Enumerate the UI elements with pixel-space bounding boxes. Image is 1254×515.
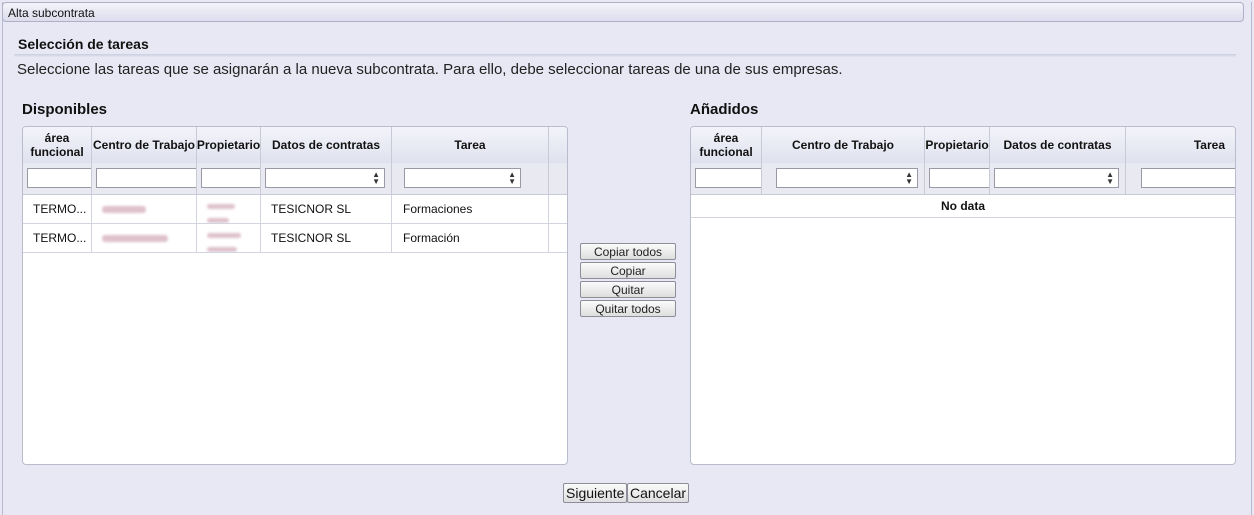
- cell-datos: TESICNOR SL: [261, 224, 392, 252]
- added-grid-header: área funcional Centro de Trabajo Propiet…: [691, 127, 1235, 164]
- sort-updown-icon: ▲ ▼: [508, 170, 516, 186]
- filter-cell: [197, 163, 261, 194]
- filter-select-datos[interactable]: ▲ ▼: [265, 168, 385, 188]
- copy-button[interactable]: Copiar: [580, 262, 676, 279]
- column-header-propietario[interactable]: Propietario: [925, 127, 990, 163]
- column-header-tarea[interactable]: Tarea: [392, 127, 549, 163]
- filter-cell: [23, 163, 92, 194]
- filter-input-area[interactable]: [695, 168, 761, 188]
- added-panel-title: Añadidos: [690, 101, 759, 118]
- filter-cell: [92, 163, 197, 194]
- copy-all-button[interactable]: Copiar todos: [580, 243, 676, 260]
- cell-area: TERMO...: [23, 224, 92, 252]
- filter-cell: ▲ ▼: [990, 163, 1126, 194]
- sort-updown-icon: ▲ ▼: [372, 170, 380, 186]
- column-header-area[interactable]: área funcional: [691, 127, 762, 163]
- column-header-centro[interactable]: Centro de Trabajo: [92, 127, 197, 163]
- cell-tarea: Formación: [392, 224, 549, 252]
- filter-cell: ▲ ▼: [762, 163, 925, 194]
- available-panel-title: Disponibles: [22, 101, 108, 118]
- column-header-tarea[interactable]: Tarea: [1126, 127, 1235, 163]
- cell-tarea: Formaciones: [392, 195, 549, 223]
- filter-cell: [925, 163, 990, 194]
- cell-centro-blurred: [92, 224, 197, 252]
- empty-state-text: No data: [691, 194, 1235, 218]
- filter-input-tarea[interactable]: [1141, 168, 1235, 188]
- section-title: Selección de tareas: [18, 36, 149, 52]
- filter-select-tarea[interactable]: ▲ ▼: [404, 168, 521, 188]
- filter-input-propietario[interactable]: [201, 168, 260, 188]
- filter-select-datos[interactable]: ▲ ▼: [994, 168, 1119, 188]
- filter-input-centro[interactable]: [96, 168, 196, 188]
- filter-cell: [1126, 163, 1235, 194]
- cell-area: TERMO...: [23, 195, 92, 223]
- filter-cell: [691, 163, 762, 194]
- section-divider: [14, 54, 1236, 57]
- column-header-datos[interactable]: Datos de contratas: [261, 127, 392, 163]
- cell-propietario-blurred: [197, 224, 261, 252]
- sort-updown-icon: ▲ ▼: [905, 170, 913, 186]
- instructions-text: Seleccione las tareas que se asignarán a…: [17, 61, 843, 78]
- sort-updown-icon: ▲ ▼: [1106, 170, 1114, 186]
- table-row[interactable]: TERMO... TESICNOR SL Formaciones: [23, 195, 567, 224]
- cancel-button[interactable]: Cancelar: [627, 483, 690, 503]
- filter-select-centro[interactable]: ▲ ▼: [776, 168, 918, 188]
- cell-datos: TESICNOR SL: [261, 195, 392, 223]
- next-button[interactable]: Siguiente: [563, 483, 628, 503]
- remove-button[interactable]: Quitar: [580, 281, 676, 298]
- window-titlebar: Alta subcontrata: [2, 2, 1244, 22]
- filter-input-propietario[interactable]: [929, 168, 989, 188]
- added-grid: área funcional Centro de Trabajo Propiet…: [690, 126, 1236, 465]
- remove-all-button[interactable]: Quitar todos: [580, 300, 676, 317]
- window-title: Alta subcontrata: [8, 6, 95, 20]
- filter-cell: ▲ ▼: [392, 163, 549, 194]
- available-grid-header: área funcional Centro de Trabajo Propiet…: [23, 127, 567, 164]
- filter-input-area[interactable]: [27, 168, 91, 188]
- column-header-centro[interactable]: Centro de Trabajo: [762, 127, 925, 163]
- column-header-datos[interactable]: Datos de contratas: [990, 127, 1126, 163]
- scrollbar-header-spacer: [549, 127, 567, 163]
- available-grid: área funcional Centro de Trabajo Propiet…: [22, 126, 568, 465]
- table-row[interactable]: TERMO... TESICNOR SL Formación: [23, 224, 567, 253]
- filter-cell: ▲ ▼: [261, 163, 392, 194]
- available-filter-row: ▲ ▼ ▲ ▼: [23, 163, 567, 195]
- added-filter-row: ▲ ▼ ▲ ▼: [691, 163, 1235, 195]
- cell-propietario-blurred: [197, 195, 261, 223]
- cell-centro-blurred: [92, 195, 197, 223]
- column-header-area[interactable]: área funcional: [23, 127, 92, 163]
- column-header-propietario[interactable]: Propietario: [197, 127, 261, 163]
